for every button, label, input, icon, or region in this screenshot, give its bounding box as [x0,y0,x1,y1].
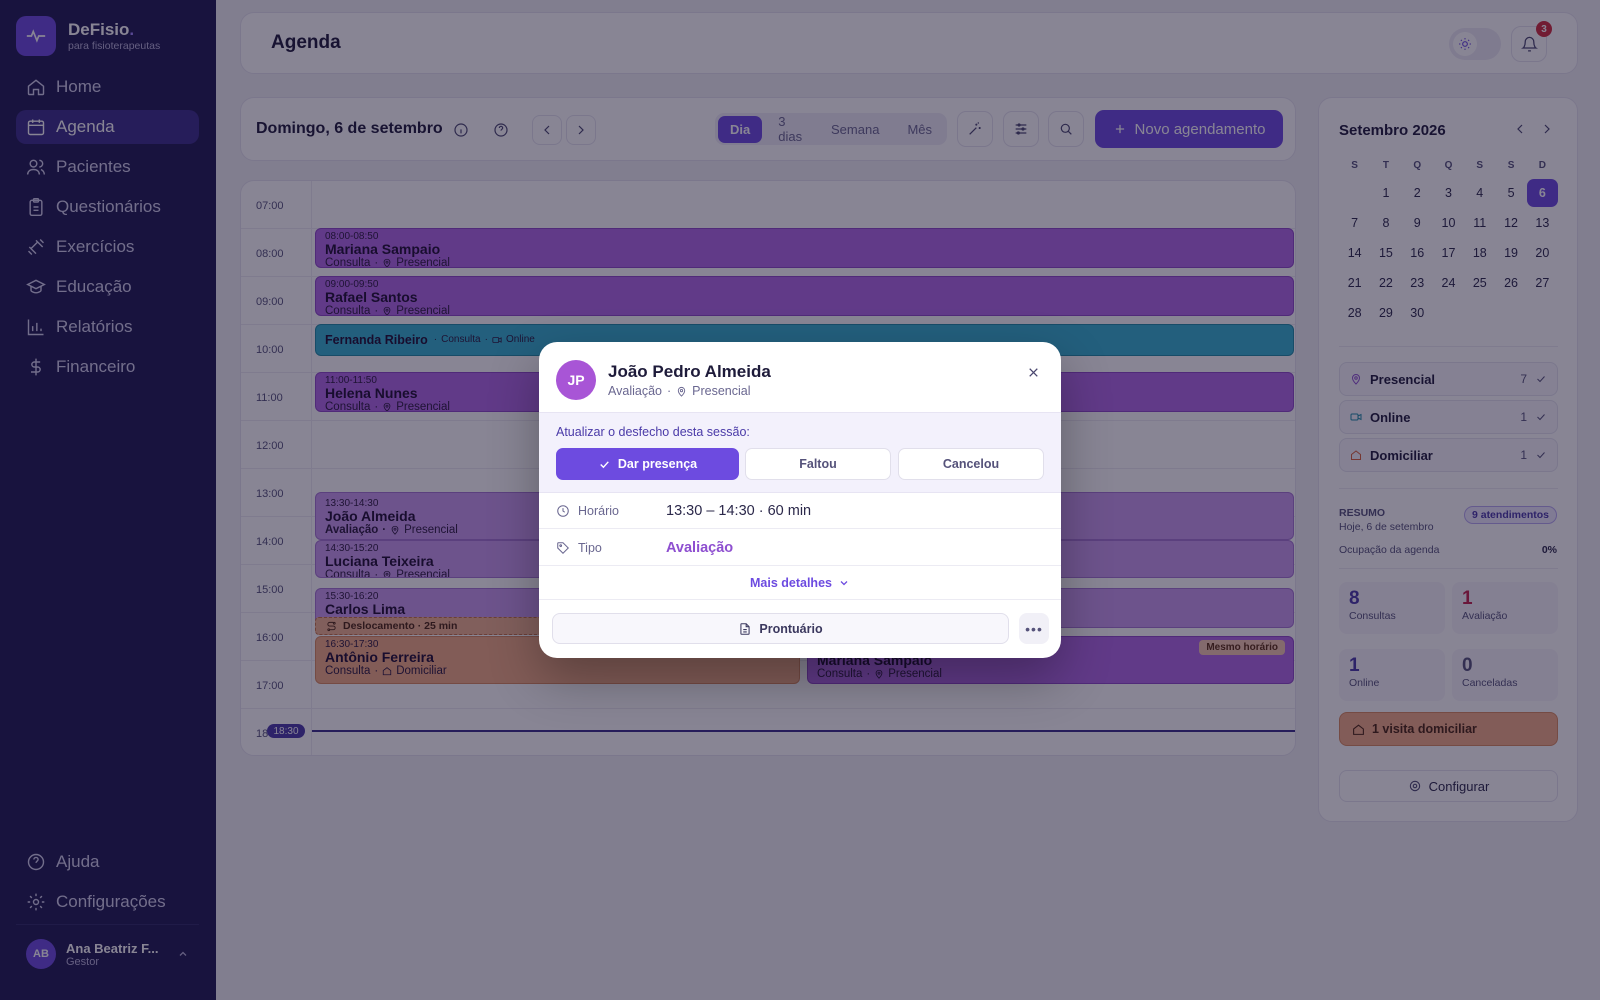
mark-present-label: Dar presença [617,457,698,471]
time-row: Horário 13:30 – 14:30 · 60 min [539,493,1061,529]
outcome-section: Atualizar o desfecho desta sessão: Dar p… [539,412,1061,493]
cancelled-button[interactable]: Cancelou [898,448,1044,480]
patient-name: João Pedro Almeida [608,362,771,381]
type-label: Tipo [556,541,602,555]
map-pin-icon [677,386,686,397]
time-label: Horário [556,504,619,518]
file-text-icon [740,622,750,635]
more-details-button[interactable]: Mais detalhes [539,567,1061,600]
type-row: Tipo Avaliação [539,530,1061,566]
clock-icon [557,505,569,517]
more-horizontal-icon: ••• [1025,620,1043,637]
more-details-label: Mais detalhes [750,576,832,590]
close-button[interactable] [1023,362,1043,382]
type-value: Avaliação [666,540,734,556]
more-options-button[interactable]: ••• [1019,613,1049,644]
outcome-label: Atualizar o desfecho desta sessão: [556,425,750,439]
tag-icon [557,542,569,554]
medical-record-label: Prontuário [759,621,823,636]
mark-present-button[interactable]: Dar presença [556,448,739,480]
patient-avatar: JP [556,360,596,400]
appointment-details-modal: JP João Pedro Almeida Avaliação · Presenc… [539,342,1061,658]
missed-button[interactable]: Faltou [745,448,891,480]
close-icon [1028,367,1038,377]
medical-record-button[interactable]: Prontuário [552,613,1009,644]
time-value: 13:30 – 14:30 · 60 min [666,503,812,519]
chevron-down-icon [840,581,848,586]
check-icon [600,460,609,468]
appointment-subtitle: Avaliação · Presencial [608,384,751,398]
